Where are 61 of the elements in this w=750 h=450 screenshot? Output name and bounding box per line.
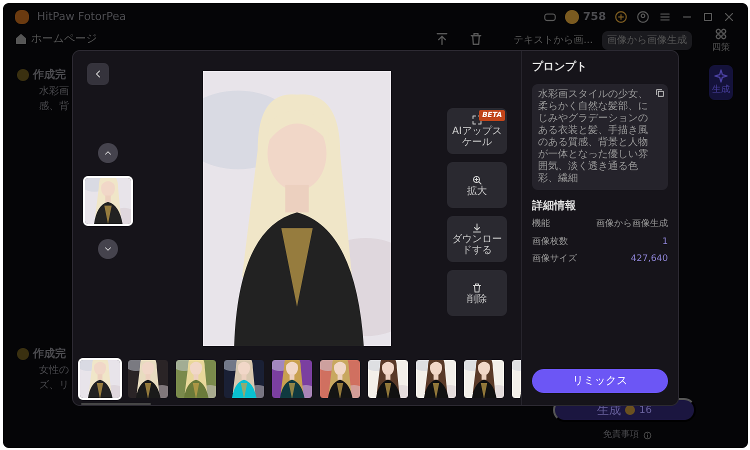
scrollbar [81, 403, 151, 406]
coin-icon [625, 405, 636, 415]
result-title: 作成完 [33, 346, 66, 362]
app-title: HitPaw FotorPea [37, 8, 126, 25]
info-icon[interactable] [643, 431, 652, 440]
thumbnail[interactable] [366, 358, 410, 400]
scroll-up-button[interactable] [98, 143, 118, 163]
detail-value: 427,640 [630, 253, 668, 266]
download-icon [471, 222, 483, 234]
thumbnail[interactable] [126, 358, 170, 400]
expand-icon [471, 114, 483, 126]
result-text: 感、背 [39, 100, 69, 114]
thumbnail[interactable] [78, 358, 122, 400]
detail-label: 画像サイズ [532, 253, 577, 266]
thumbnail[interactable] [174, 358, 218, 400]
coin-icon [565, 10, 580, 24]
thumbnail[interactable] [83, 176, 133, 226]
thumbnail[interactable] [270, 358, 314, 400]
tab[interactable]: 画像から画像生成 [602, 31, 692, 50]
back-button[interactable] [87, 63, 109, 85]
section-title: プロンプト [532, 59, 588, 75]
logo-icon [15, 10, 29, 24]
result-title: 作成完 [33, 67, 66, 83]
trash-icon [471, 282, 483, 294]
grid-icon [713, 26, 729, 42]
thumbnail[interactable] [414, 358, 458, 400]
thumbnail[interactable] [462, 358, 506, 400]
result-text: 水彩画 [39, 84, 69, 98]
coin-count: 758 [583, 8, 606, 25]
plus-icon[interactable] [614, 10, 628, 24]
avatar-icon [17, 69, 29, 82]
section-title: 詳細情報 [532, 198, 577, 214]
result-text: ズ、リ [39, 378, 69, 392]
disclaimer-link[interactable]: 免責事項 [603, 429, 639, 442]
zoom-button[interactable]: 拡大 [447, 162, 507, 208]
upload-icon[interactable] [434, 31, 450, 47]
cost-text: 16 [639, 404, 652, 418]
zoom-in-icon [471, 174, 483, 186]
tab[interactable]: テキストから画... [508, 31, 598, 50]
maximize-icon[interactable] [702, 11, 714, 23]
detail-label: 画像枚数 [532, 236, 568, 248]
home-icon [15, 33, 27, 46]
thumbnail[interactable] [318, 358, 362, 400]
result-text: 女性の [39, 364, 69, 378]
remix-button[interactable]: リミックス [532, 369, 668, 393]
sidebar-item[interactable]: 四策 [709, 23, 733, 58]
detail-value: 画像から画像生成 [596, 218, 668, 231]
home-link[interactable]: ホームページ [15, 31, 97, 48]
delete-button[interactable]: 削除 [447, 270, 507, 316]
trash-icon[interactable] [468, 31, 484, 47]
sparkle-icon [713, 68, 729, 84]
avatar-icon [17, 348, 29, 360]
prompt-text: 水彩画スタイルの少女、柔らかく自然な髪部、にじみやグラデーションのある衣装と髪、手描き風のある質感、背景と人物が一体となった優しい雰囲気、淡く透き通る色彩、繊細 [532, 84, 668, 190]
thumbnail[interactable] [222, 358, 266, 400]
close-icon[interactable] [722, 10, 736, 24]
sidebar-item[interactable]: 生成 [709, 64, 733, 100]
scroll-down-button[interactable] [98, 239, 118, 259]
download-button[interactable]: ダウンロードする [447, 216, 507, 262]
detail-label: 機能 [532, 218, 550, 231]
copy-icon[interactable] [655, 88, 665, 98]
detail-value: 1 [662, 236, 668, 248]
